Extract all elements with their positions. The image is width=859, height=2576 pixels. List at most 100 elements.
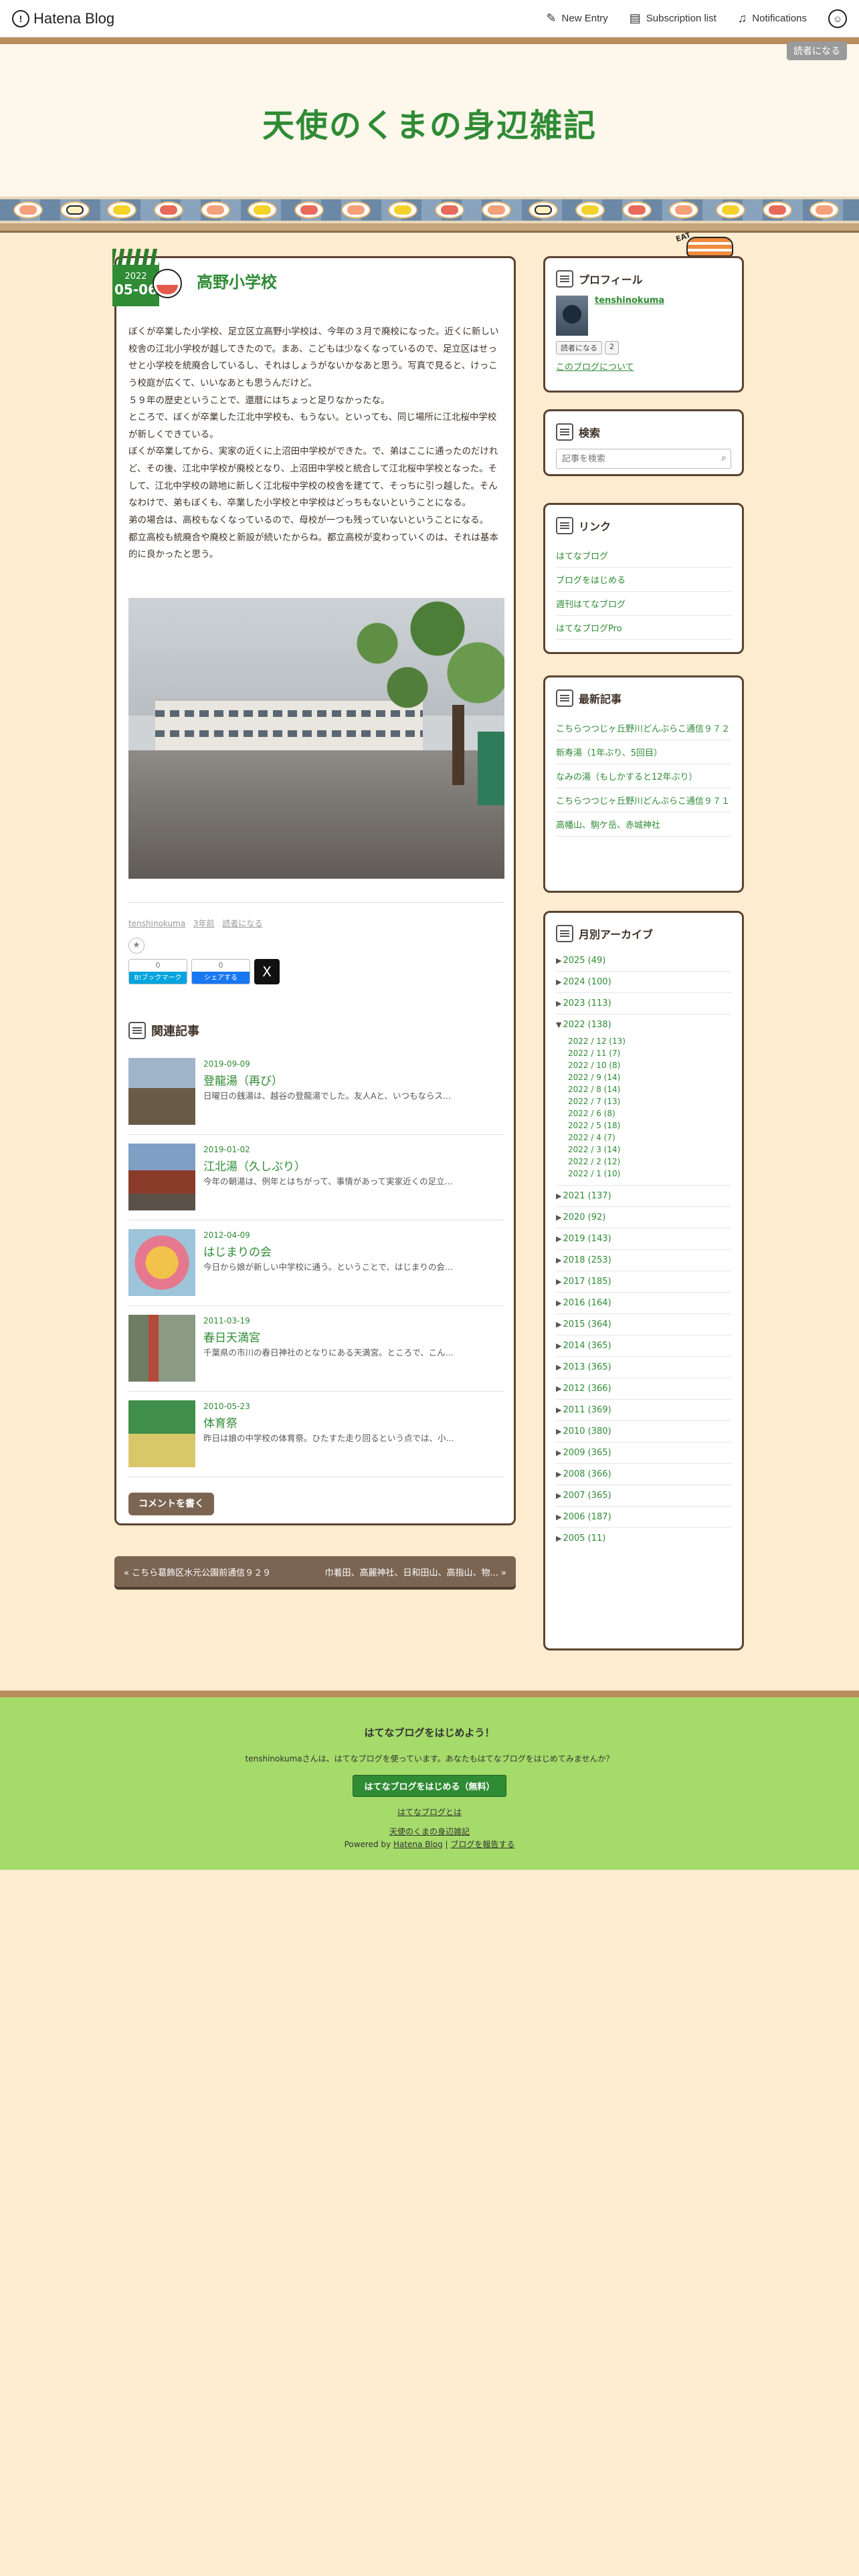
- archive-year[interactable]: ▶ 2011 (369): [556, 1400, 731, 1421]
- entry-content: ぼくが卒業した小学校、足立区立高野小学校は、今年の３月で廃校になった。近くに新し…: [128, 324, 504, 564]
- related-entry[interactable]: 2019-09-09 登龍湯（再び） 日曜日の銭湯は、越谷の登龍湯でした。友人A…: [128, 1058, 504, 1135]
- divider: [128, 1305, 504, 1306]
- recent-entry-link[interactable]: 新寿湯（1年ぶり、5回目）: [556, 740, 731, 764]
- archive-month-link[interactable]: 2022 / 4 (7): [556, 1132, 731, 1144]
- what-is-hatena-blog-link[interactable]: はてなブログとは: [0, 1806, 859, 1818]
- facebook-share-button[interactable]: 0 シェアする: [191, 959, 250, 984]
- hatena-blog-logo[interactable]: ! Hatena Blog: [12, 9, 114, 27]
- archive-year[interactable]: ▶ 2012 (366): [556, 1378, 731, 1400]
- link-hatena-pro[interactable]: はてなブログPro: [556, 616, 731, 640]
- teacup-icon: [128, 1022, 146, 1039]
- archive-year[interactable]: ▶ 2005 (11): [556, 1528, 731, 1549]
- related-title[interactable]: 体育祭: [203, 1414, 237, 1430]
- archive-month-link[interactable]: 2022 / 11 (7): [556, 1047, 731, 1059]
- hatena-blog-link[interactable]: Hatena Blog: [393, 1840, 443, 1849]
- recent-entry-link[interactable]: こちらつつじヶ丘野川どんぶらこ通信９７２: [556, 716, 731, 740]
- entry-title[interactable]: 高野小学校: [197, 269, 277, 292]
- archive-year[interactable]: ▶ 2015 (364): [556, 1314, 731, 1335]
- profile-subscribe-button[interactable]: 読者になる: [556, 341, 602, 354]
- related-title[interactable]: 江北湯（久しぶり）: [203, 1157, 306, 1174]
- blog-title[interactable]: 天使のくまの身辺雑記: [0, 99, 859, 146]
- archive-month-link[interactable]: 2022 / 8 (14): [556, 1083, 731, 1095]
- write-comment-button[interactable]: コメントを書く: [128, 1493, 214, 1515]
- archive-year[interactable]: ▶ 2006 (187): [556, 1507, 731, 1528]
- hatena-bookmark-button[interactable]: 0 B!ブックマーク: [128, 959, 187, 984]
- recent-entry-link[interactable]: 高幡山、駒ケ岳、赤城神社: [556, 813, 731, 837]
- sushi-icon: [107, 201, 136, 219]
- user-menu-icon[interactable]: ☺: [828, 9, 847, 28]
- archive-month-link[interactable]: 2022 / 7 (13): [556, 1095, 731, 1107]
- sushi-icon: [294, 201, 324, 219]
- recent-entry-link[interactable]: こちらつつじヶ丘野川どんぶらこ通信９７１: [556, 788, 731, 813]
- expand-arrow-icon: ▶: [556, 1513, 562, 1521]
- notifications-button[interactable]: ♫ Notifications: [738, 11, 807, 25]
- archive-month-link[interactable]: 2022 / 9 (14): [556, 1071, 731, 1083]
- reader-link[interactable]: 読者になる: [222, 919, 262, 928]
- archive-year[interactable]: ▶ 2019 (143): [556, 1228, 731, 1250]
- related-entry[interactable]: 2010-05-23 体育祭 昨日は娘の中学校の体育祭。ひたすた走り回るという点…: [128, 1400, 504, 1477]
- header-band: [0, 37, 859, 44]
- archive-year[interactable]: ▶ 2024 (100): [556, 972, 731, 993]
- profile-name[interactable]: tenshinokuma: [595, 296, 664, 336]
- related-thumbnail: [128, 1058, 195, 1125]
- new-entry-button[interactable]: ✎ New Entry: [546, 11, 607, 25]
- link-hatena-blog[interactable]: はてなブログ: [556, 544, 731, 568]
- page-footer: はてなブログをはじめよう！ tenshinokumaさんは、はてなブログを使って…: [0, 1691, 859, 1870]
- archive-year[interactable]: ▶ 2018 (253): [556, 1250, 731, 1271]
- link-weekly-hatena[interactable]: 週刊はてなブログ: [556, 592, 731, 616]
- archive-year-label: 2014 (365): [563, 1341, 611, 1351]
- author-link[interactable]: tenshinokuma: [128, 919, 185, 928]
- add-star-button[interactable]: ★: [128, 938, 145, 954]
- entry-date-badge[interactable]: 2022 05-06: [112, 249, 182, 306]
- archive-year[interactable]: ▶ 2020 (92): [556, 1207, 731, 1228]
- related-title[interactable]: はじまりの会: [203, 1243, 272, 1259]
- search-field: ⌕: [556, 449, 731, 469]
- search-input[interactable]: [557, 449, 731, 468]
- archive-month-link[interactable]: 2022 / 12 (13): [556, 1035, 731, 1047]
- archive-year[interactable]: ▶ 2009 (365): [556, 1442, 731, 1464]
- expand-arrow-icon: ▶: [556, 1384, 562, 1393]
- archive-year[interactable]: ▶ 2010 (380): [556, 1421, 731, 1442]
- archive-year[interactable]: ▶ 2023 (113): [556, 993, 731, 1014]
- related-title[interactable]: 登龍湯（再び）: [203, 1071, 283, 1088]
- archive-year[interactable]: ▶ 2021 (137): [556, 1186, 731, 1207]
- entry-time-link[interactable]: 3年前: [193, 919, 215, 928]
- mascot-face-icon: [153, 269, 182, 298]
- archive-month-link[interactable]: 2022 / 1 (10): [556, 1168, 731, 1180]
- archive-year[interactable]: ▶ 2008 (366): [556, 1464, 731, 1485]
- archive-year[interactable]: ▶ 2014 (365): [556, 1335, 731, 1357]
- footer-blog-link[interactable]: 天使のくまの身辺雑記: [0, 1826, 859, 1837]
- archive-year[interactable]: ▶ 2017 (185): [556, 1271, 731, 1293]
- archive-year[interactable]: ▶ 2013 (365): [556, 1357, 731, 1378]
- archive-month-link[interactable]: 2022 / 6 (8): [556, 1107, 731, 1119]
- x-share-button[interactable]: X: [254, 959, 280, 984]
- sushi-icon: [341, 201, 371, 219]
- archive-month-link[interactable]: 2022 / 2 (12): [556, 1156, 731, 1168]
- subscription-list-button[interactable]: ▤ Subscription list: [630, 11, 717, 25]
- photo-schoolyard: [128, 750, 504, 879]
- related-title[interactable]: 春日天満宮: [203, 1328, 260, 1345]
- archive-month-link[interactable]: 2022 / 3 (14): [556, 1144, 731, 1156]
- recent-entry-link[interactable]: なみの湯（もしかすると12年ぶり）: [556, 764, 731, 788]
- search-icon[interactable]: ⌕: [721, 453, 727, 463]
- start-blog-button[interactable]: はてなブログをはじめる（無料）: [353, 1775, 506, 1797]
- archive-year[interactable]: ▶ 2016 (164): [556, 1293, 731, 1314]
- archive-year[interactable]: ▶ 2025 (49): [556, 950, 731, 972]
- related-entry[interactable]: 2012-04-09 はじまりの会 今日から娘が新しい中学校に通う。ということで…: [128, 1229, 504, 1306]
- link-start-blog[interactable]: ブログをはじめる: [556, 568, 731, 592]
- archive-year-label: 2015 (364): [563, 1319, 611, 1329]
- archive-year[interactable]: ▶ 2007 (365): [556, 1485, 731, 1507]
- archive-year-expanded[interactable]: ▼ 2022 (138): [556, 1014, 731, 1035]
- subscribe-button[interactable]: 読者になる: [787, 41, 847, 60]
- related-entry[interactable]: 2019-01-02 江北湯（久しぶり） 今年の朝湯は、例年とはちがって、事情が…: [128, 1144, 504, 1220]
- next-entry-link[interactable]: 巾着田、高麗神社、日和田山、高指山、物... »: [325, 1566, 506, 1578]
- report-blog-link[interactable]: ブログを報告する: [450, 1840, 514, 1849]
- archive-month-link[interactable]: 2022 / 5 (18): [556, 1119, 731, 1132]
- avatar[interactable]: [556, 296, 588, 336]
- bell-icon: ♫: [737, 11, 747, 25]
- archive-month-link[interactable]: 2022 / 10 (8): [556, 1059, 731, 1071]
- related-entry[interactable]: 2011-03-19 春日天満宮 千葉県の市川の春日神社のとなりにある天満宮。と…: [128, 1315, 504, 1392]
- prev-entry-link[interactable]: « こちら葛飾区水元公園前通信９２９: [124, 1566, 271, 1578]
- entry-photo[interactable]: [128, 598, 504, 879]
- about-blog-link[interactable]: このブログについて: [545, 354, 742, 378]
